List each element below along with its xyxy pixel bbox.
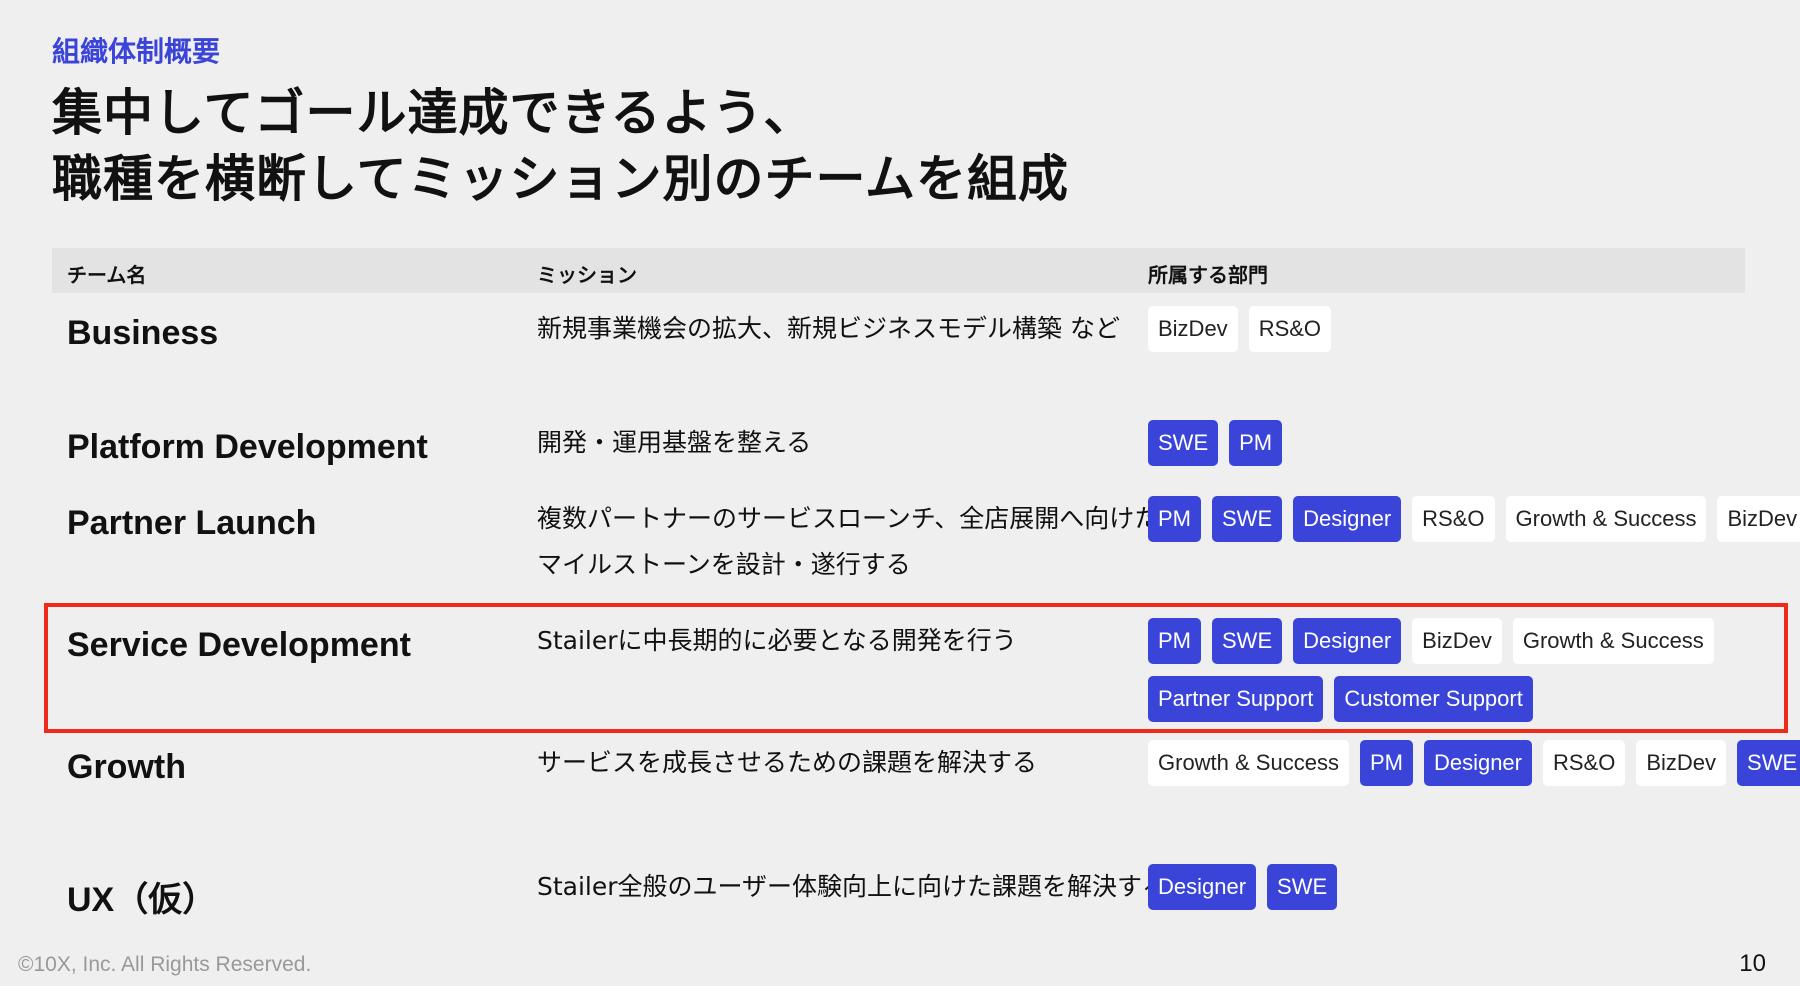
department-tag: Designer	[1148, 864, 1257, 910]
team-mission: 開発・運用基盤を整える	[537, 428, 812, 457]
section-label: 組織体制概要	[52, 35, 221, 68]
department-tag: Designer	[1423, 740, 1532, 786]
team-name: Business	[67, 314, 219, 352]
header-team-name: チーム名	[67, 263, 147, 287]
department-tags: SWE PM	[1148, 420, 1800, 466]
department-tags: Designer SWE	[1148, 864, 1800, 910]
page-title: 集中してゴール達成できるよう、 職種を横断してミッション別のチームを組成	[52, 80, 1069, 212]
team-name: Partner Launch	[67, 504, 317, 542]
department-tag: SWE	[1267, 864, 1338, 910]
department-tag: BizDev	[1148, 306, 1238, 352]
department-tag: SWE	[1737, 740, 1800, 786]
copyright: ©10X, Inc. All Rights Reserved.	[18, 953, 312, 976]
department-tag: PM	[1229, 420, 1283, 466]
department-tag: RS&O	[1248, 306, 1332, 352]
department-tag: PM	[1359, 740, 1413, 786]
department-tags: Growth & Success PM Designer RS&O BizDev SWE	[1148, 740, 1800, 786]
team-mission: 複数パートナーのサービスローンチ、全店展開へ向けたマイルストーンを設計・遂行する	[537, 504, 1160, 579]
department-tag: BizDev	[1636, 740, 1727, 786]
page-number: 10	[1739, 950, 1766, 977]
department-tag: Designer	[1293, 496, 1402, 542]
table-header: チーム名 ミッション 所属する部門	[52, 248, 1745, 293]
department-tag: Growth & Success	[1505, 496, 1707, 542]
team-mission: 新規事業機会の拡大、新規ビジネスモデル構築 など	[537, 314, 1120, 343]
department-tag: BizDev	[1717, 496, 1800, 542]
team-mission: Stailer全般のユーザー体験向上に向けた課題を解決する	[537, 872, 1168, 901]
department-tag: Growth & Success	[1148, 740, 1349, 786]
department-tag: SWE	[1148, 420, 1219, 466]
title-line-2: 職種を横断してミッション別のチームを組成	[52, 150, 1069, 208]
highlight-box	[44, 603, 1788, 733]
title-line-1: 集中してゴール達成できるよう、	[52, 84, 815, 142]
department-tag: SWE	[1212, 496, 1283, 542]
department-tag: PM	[1148, 496, 1201, 542]
department-tag: RS&O	[1412, 496, 1495, 542]
header-departments: 所属する部門	[1148, 263, 1268, 287]
team-name: UX（仮）	[67, 881, 217, 919]
team-name: Growth	[67, 748, 186, 786]
team-mission: サービスを成長させるための課題を解決する	[537, 748, 1038, 777]
team-name: Platform Development	[67, 428, 428, 466]
department-tags: BizDev RS&O	[1148, 306, 1800, 352]
header-mission: ミッション	[537, 263, 637, 287]
department-tag: RS&O	[1543, 740, 1626, 786]
department-tags: PM SWE Designer RS&O Growth & Success BizDev	[1148, 496, 1800, 542]
